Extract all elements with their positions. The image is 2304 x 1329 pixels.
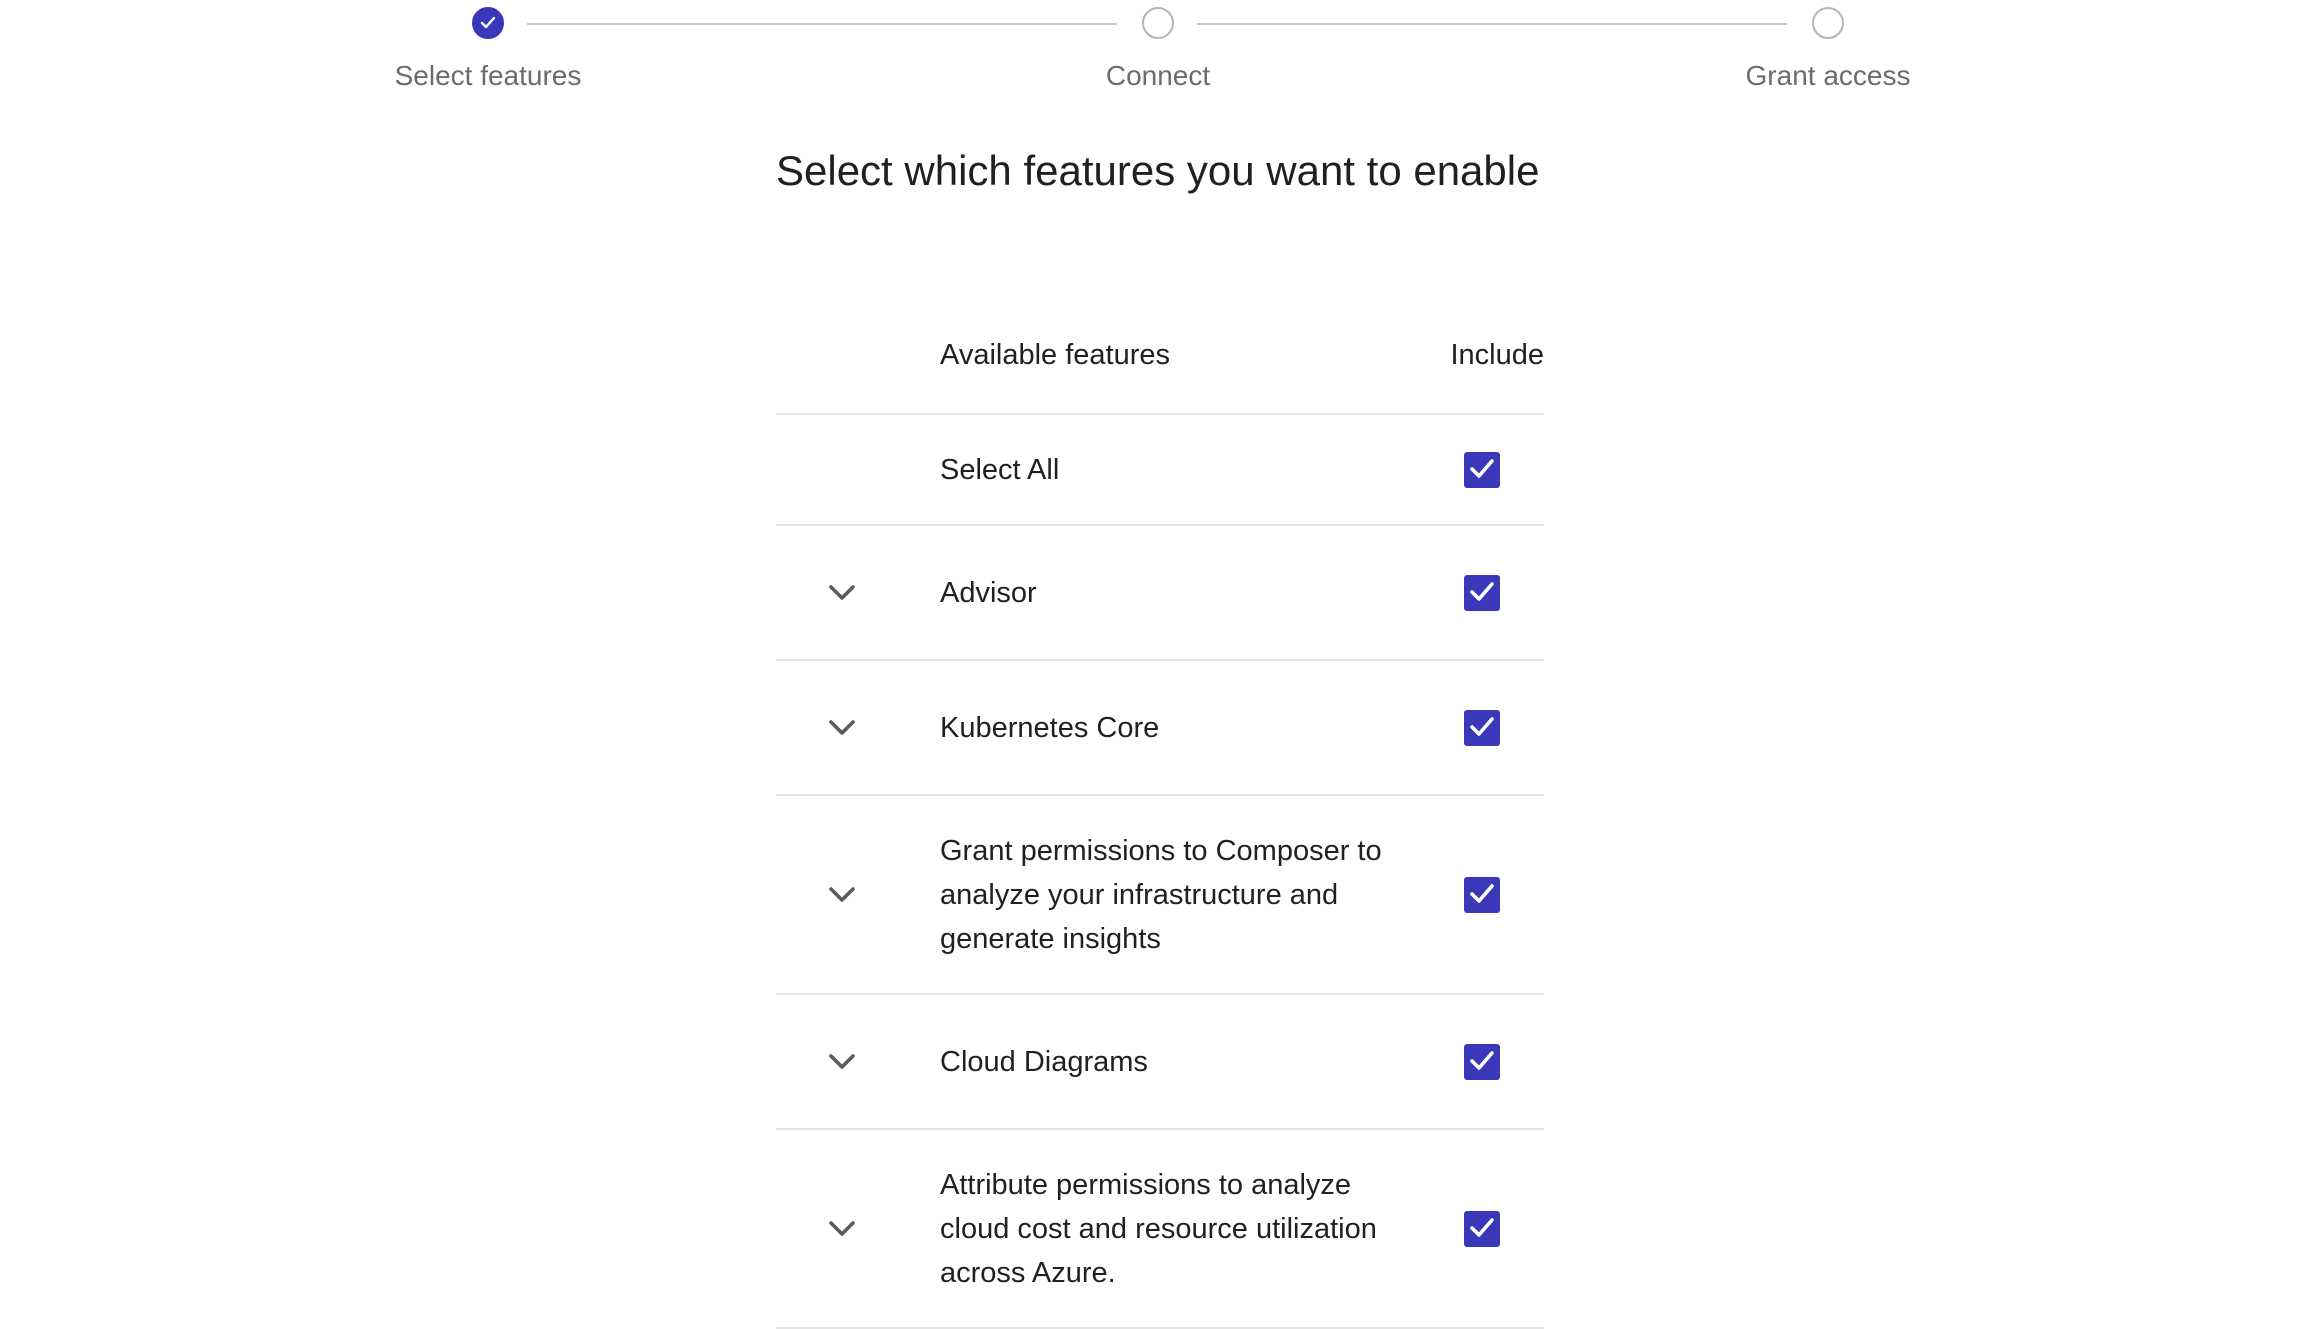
step-1-indicator[interactable]: [472, 7, 504, 39]
select-all-checkbox[interactable]: [1464, 451, 1500, 488]
step-connector: [527, 23, 1117, 25]
check-icon: [1470, 716, 1494, 736]
check-icon: [1470, 883, 1494, 903]
feature-label: Attribute permissions to analyze cloud c…: [940, 1168, 1377, 1289]
check-icon: [480, 16, 496, 29]
chevron-down-icon[interactable]: [826, 1219, 858, 1239]
page-title: Select which features you want to enable: [776, 147, 1540, 194]
check-icon: [1470, 1217, 1494, 1237]
feature-row-kubernetes-core: Kubernetes Core: [776, 661, 1544, 796]
step-1-label: Select features: [394, 60, 582, 91]
chevron-down-icon[interactable]: [826, 885, 858, 905]
select-all-row: Select All: [776, 415, 1544, 526]
chevron-down-icon[interactable]: [826, 718, 858, 738]
features-table: Available features Include Select All Ad…: [776, 320, 1544, 1329]
check-icon: [1470, 458, 1494, 478]
feature-label: Kubernetes Core: [940, 711, 1160, 744]
column-header-features: Available features: [940, 339, 1171, 371]
feature-row-advisor: Advisor: [776, 526, 1544, 661]
include-checkbox-cost-attribution[interactable]: [1464, 1210, 1500, 1247]
check-icon: [1470, 581, 1494, 601]
feature-row-cloud-diagrams: Cloud Diagrams: [776, 995, 1544, 1130]
feature-label: Cloud Diagrams: [940, 1045, 1148, 1078]
column-header-include: Include: [1450, 339, 1544, 371]
chevron-down-icon[interactable]: [826, 1052, 858, 1072]
feature-row-composer-permissions: Grant permissions to Composer to analyze…: [776, 796, 1544, 995]
include-checkbox-cloud-diagrams[interactable]: [1464, 1043, 1500, 1080]
step-2-indicator[interactable]: [1142, 7, 1174, 39]
chevron-down-icon[interactable]: [826, 583, 858, 603]
feature-label: Grant permissions to Composer to analyze…: [940, 834, 1382, 955]
step-2-label: Connect: [1105, 60, 1211, 91]
check-icon: [1470, 1050, 1494, 1070]
feature-label: Advisor: [940, 576, 1037, 609]
step-connector: [1197, 23, 1787, 25]
table-header: Available features Include: [776, 320, 1544, 415]
step-3-indicator[interactable]: [1812, 7, 1844, 39]
progress-stepper: Select features Connect Grant access: [0, 0, 2304, 110]
step-3-label: Grant access: [1745, 60, 1911, 91]
include-checkbox-composer-permissions[interactable]: [1464, 876, 1500, 913]
feature-row-cost-attribution: Attribute permissions to analyze cloud c…: [776, 1130, 1544, 1329]
select-all-label: Select All: [940, 453, 1060, 486]
include-checkbox-kubernetes-core[interactable]: [1464, 709, 1500, 746]
include-checkbox-advisor[interactable]: [1464, 574, 1500, 611]
